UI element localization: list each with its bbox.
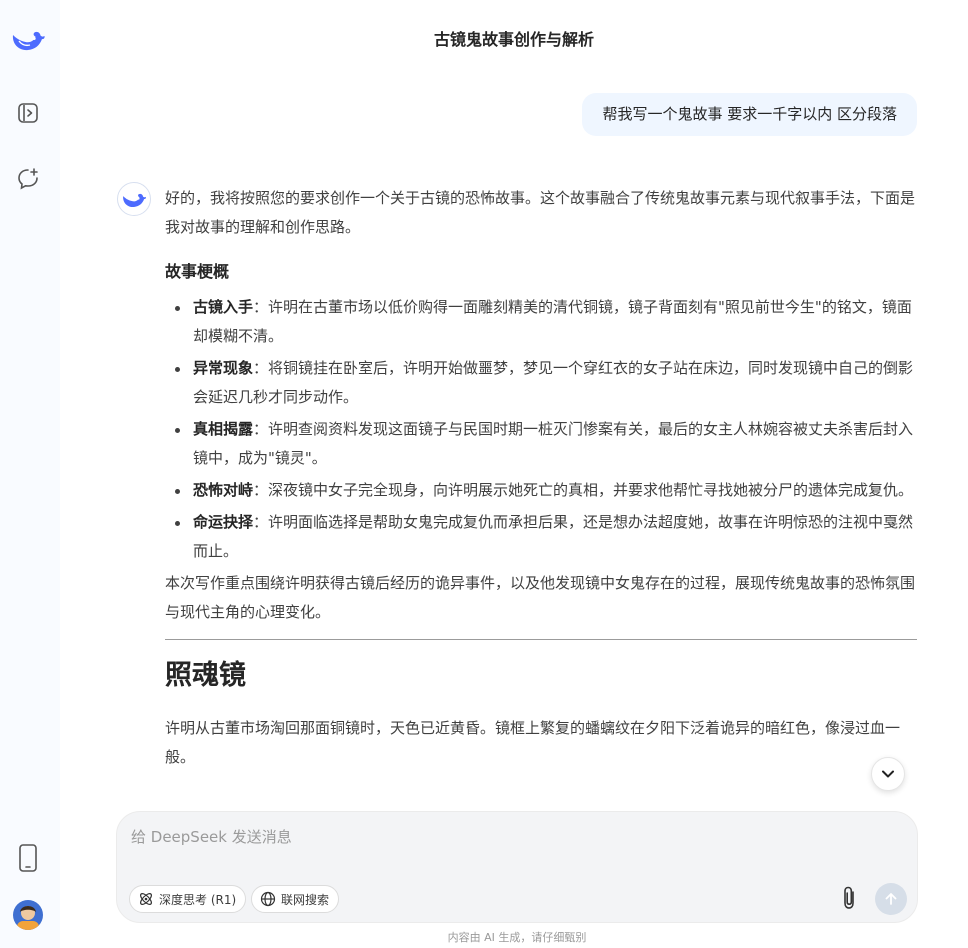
deepseek-whale-icon (123, 193, 146, 208)
conversation-title: 古镜鬼故事创作与解析 (433, 30, 594, 49)
list-item: 真相揭露：许明查阅资料发现这面镜子与民国时期一桩灭门惨案有关，最后的女主人林婉容… (165, 415, 917, 473)
answer-intro: 好的，我将按照您的要求创作一个关于古镜的恐怖故事。这个故事融合了传统鬼故事元素与… (165, 189, 916, 236)
deep-think-label: 深度思考 (R1) (159, 892, 237, 907)
answer-summary: 本次写作重点围绕许明获得古镜后经历的诡异事件，以及他发现镜中女鬼存在的过程，展现… (165, 574, 916, 621)
user-avatar[interactable] (10, 897, 46, 933)
scroll-to-bottom-button[interactable] (871, 757, 905, 791)
message-input[interactable]: 给 DeepSeek 发送消息 (131, 826, 292, 847)
list-item-term: 恐怖对峙 (193, 481, 254, 499)
send-button[interactable] (875, 883, 907, 915)
list-item: 异常现象：将铜镜挂在卧室后，许明开始做噩梦，梦见一个穿红衣的女子站在床边，同时发… (165, 354, 917, 412)
new-chat-icon[interactable] (10, 161, 46, 197)
attach-file-button[interactable] (837, 883, 863, 913)
user-message: 帮我写一个鬼故事 要求一千字以内 区分段落 (582, 93, 917, 136)
deep-think-toggle[interactable]: 深度思考 (R1) (129, 885, 247, 913)
list-item: 命运抉择：许明面临选择是帮助女鬼完成复仇而承担后果，还是想办法超度她，故事在许明… (165, 508, 917, 566)
toggle-sidebar-icon[interactable] (10, 95, 46, 131)
divider (165, 639, 917, 640)
list-item-term: 命运抉择 (193, 513, 254, 531)
arrow-up-icon (885, 893, 897, 905)
globe-icon (260, 891, 276, 907)
chat-area: 古镜鬼故事创作与解析 帮我写一个鬼故事 要求一千字以内 区分段落 好的，我将按照… (60, 0, 968, 948)
assistant-avatar (117, 182, 151, 216)
outline-list: 古镜入手：许明在古董市场以低价购得一面雕刻精美的清代铜镜，镜子背面刻有"照见前世… (165, 293, 917, 566)
sidebar (0, 0, 60, 948)
assistant-message: 好的，我将按照您的要求创作一个关于古镜的恐怖故事。这个故事融合了传统鬼故事元素与… (165, 184, 917, 772)
mobile-app-icon[interactable] (10, 840, 46, 876)
outline-heading: 故事梗概 (165, 262, 230, 281)
web-search-toggle[interactable]: 联网搜索 (251, 885, 340, 913)
chevron-down-icon (882, 770, 894, 778)
list-item-term: 真相揭露 (193, 420, 254, 438)
deepseek-logo-icon[interactable] (10, 21, 46, 57)
list-item-term: 古镜入手 (193, 298, 254, 316)
list-item-text: ：许明在古董市场以低价购得一面雕刻精美的清代铜镜，镜子背面刻有"照见前世今生"的… (193, 298, 912, 345)
list-item: 恐怖对峙：深夜镜中女子完全现身，向许明展示她死亡的真相，并要求他帮忙寻找她被分尸… (165, 476, 917, 505)
paperclip-icon (844, 886, 854, 909)
story-paragraph: 许明从古董市场淘回那面铜镜时，天色已近黄昏。镜框上繁复的蟠螭纹在夕阳下泛着诡异的… (165, 719, 901, 766)
list-item-text: ：将铜镜挂在卧室后，许明开始做噩梦，梦见一个穿红衣的女子站在床边，同时发现镜中自… (193, 359, 914, 406)
list-item-text: ：深夜镜中女子完全现身，向许明展示她死亡的真相，并要求他帮忙寻找她被分尸的遗体完… (253, 481, 914, 499)
list-item-term: 异常现象 (193, 359, 254, 377)
message-composer: 给 DeepSeek 发送消息 深度思考 (R1) 联网搜索 (116, 811, 918, 923)
story-title: 照魂镜 (165, 660, 246, 691)
list-item-text: ：许明面临选择是帮助女鬼完成复仇而承担后果，还是想办法超度她，故事在许明惊恐的注… (193, 513, 914, 560)
ai-disclaimer: 内容由 AI 生成，请仔细甄别 (447, 931, 587, 944)
web-search-label: 联网搜索 (281, 892, 330, 907)
atom-icon (140, 893, 152, 905)
list-item-text: ：许明查阅资料发现这面镜子与民国时期一桩灭门惨案有关，最后的女主人林婉容被丈夫杀… (193, 420, 914, 467)
list-item: 古镜入手：许明在古董市场以低价购得一面雕刻精美的清代铜镜，镜子背面刻有"照见前世… (165, 293, 917, 351)
